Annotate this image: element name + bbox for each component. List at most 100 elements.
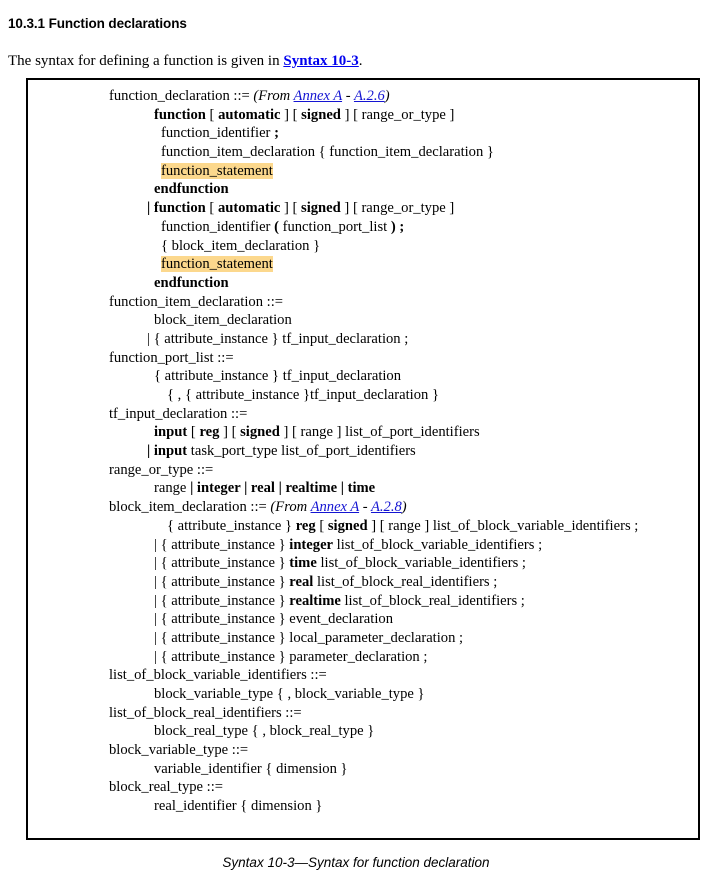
bnf-text: range (154, 480, 191, 497)
bnf-line: { attribute_instance } reg [ signed ] [ … (109, 517, 638, 536)
bnf-line: block_variable_type ::= (109, 741, 638, 760)
bnf-line: | { attribute_instance } local_parameter… (109, 629, 638, 648)
bnf-grammar-listing: function_declaration ::= (From Annex A -… (109, 87, 638, 816)
bnf-text: block_real_type { , block_real_type } (154, 723, 375, 740)
syntax-10-3-link[interactable]: Syntax 10-3 (283, 53, 358, 69)
bnf-text: list_of_block_real_identifiers ; (313, 573, 498, 590)
bnf-line: { block_item_declaration } (109, 237, 638, 256)
bnf-text: ] [ (219, 424, 241, 441)
bnf-text: range_or_type ::= (109, 461, 214, 478)
bnf-text: [ (187, 424, 200, 441)
annex-a-link[interactable]: Annex A (311, 499, 360, 515)
bnf-text: ] [ range_or_type ] (340, 200, 455, 217)
bnf-text: function_port_list (278, 218, 391, 235)
bnf-line: function_identifier ( function_port_list… (109, 218, 638, 237)
bnf-line: range | integer | real | realtime | time (109, 479, 638, 498)
bnf-keyword: ) (390, 218, 396, 235)
bnf-text: block_variable_type ::= (109, 742, 249, 759)
bnf-line: endfunction (109, 274, 638, 293)
highlighted-token: function_statement (161, 256, 273, 273)
bnf-line: function [ automatic ] [ signed ] [ rang… (109, 106, 638, 125)
bnf-text: { attribute_instance } tf_input_declarat… (154, 368, 402, 385)
bnf-text: [ (315, 517, 328, 534)
annotation-from-label: (From (253, 88, 294, 104)
annotation-dash: - (342, 88, 354, 104)
bnf-keyword: endfunction (154, 274, 229, 291)
bnf-line: | { attribute_instance } event_declarati… (109, 610, 638, 629)
bnf-line: variable_identifier { dimension } (109, 760, 638, 779)
bnf-line: endfunction (109, 180, 638, 199)
bnf-text: block_real_type ::= (109, 779, 223, 796)
bnf-keyword: real (289, 573, 314, 590)
bnf-text: | { attribute_instance } (154, 555, 290, 572)
bnf-text: | { attribute_instance } (154, 536, 290, 553)
bnf-text: function_item_declaration ::= (109, 293, 283, 310)
section-a-2-6-link[interactable]: A.2.6 (354, 88, 385, 104)
bnf-line: | { attribute_instance } time list_of_bl… (109, 554, 638, 573)
bnf-keyword: function (154, 106, 206, 123)
bnf-line: block_real_type ::= (109, 778, 638, 797)
bnf-keyword: ; (274, 125, 279, 142)
intro-text-after: . (358, 53, 363, 69)
bnf-line: function_declaration ::= (From Annex A -… (109, 87, 638, 106)
bnf-line: block_item_declaration (109, 311, 638, 330)
bnf-line: | function [ automatic ] [ signed ] [ ra… (109, 199, 638, 218)
bnf-line: list_of_block_real_identifiers ::= (109, 704, 638, 723)
intro-text-before: The syntax for defining a function is gi… (8, 53, 284, 69)
bnf-line: function_statement (109, 162, 638, 181)
bnf-keyword: reg (295, 517, 316, 534)
bnf-text: | { attribute_instance } (154, 573, 290, 590)
bnf-text: function_identifier (161, 218, 275, 235)
bnf-keyword: reg (199, 424, 220, 441)
bnf-line: function_port_list ::= (109, 349, 638, 368)
bnf-line: | { attribute_instance } real list_of_bl… (109, 573, 638, 592)
highlighted-token: function_statement (161, 162, 273, 179)
bnf-text: block_variable_type { , block_variable_t… (154, 686, 425, 702)
bnf-line: function_identifier ; (109, 124, 638, 143)
source-annotation: (From Annex A - A.2.8) (270, 499, 406, 515)
bnf-line: | { attribute_instance } integer list_of… (109, 536, 638, 555)
bnf-text: ] [ range ] list_of_port_identifiers (279, 424, 480, 441)
intro-paragraph: The syntax for defining a function is gi… (8, 53, 363, 70)
bnf-line: tf_input_declaration ::= (109, 405, 638, 424)
annotation-from-label: (From (270, 499, 311, 516)
bnf-line: function_statement (109, 255, 638, 274)
bnf-text: { , { attribute_instance }tf_input_decla… (167, 387, 439, 403)
bnf-keyword: signed (327, 517, 368, 534)
bnf-keyword: signed (301, 200, 341, 217)
annex-a-link[interactable]: Annex A (294, 88, 343, 104)
bnf-text: function_item_declaration { function_ite… (161, 144, 494, 161)
bnf-line: block_item_declaration ::= (From Annex A… (109, 498, 638, 517)
bnf-production-name: block_item_declaration ::= (109, 499, 271, 516)
bnf-line: | { attribute_instance } realtime list_o… (109, 592, 638, 611)
bnf-text: | { attribute_instance } local_parameter… (154, 629, 464, 646)
bnf-text: list_of_block_variable_identifiers ; (316, 555, 526, 572)
section-a-2-8-link[interactable]: A.2.8 (371, 499, 402, 515)
bnf-keyword: time (289, 555, 317, 572)
bnf-line: list_of_block_variable_identifiers ::= (109, 666, 638, 685)
bnf-text: list_of_block_real_identifiers ::= (109, 704, 302, 721)
bnf-line: { , { attribute_instance }tf_input_decla… (109, 386, 638, 405)
bnf-line: real_identifier { dimension } (109, 797, 638, 816)
bnf-text: ] [ (280, 106, 302, 123)
figure-caption: Syntax 10-3—Syntax for function declarat… (222, 855, 490, 870)
bnf-text: ] [ (280, 200, 302, 217)
bnf-line: | { attribute_instance } parameter_decla… (109, 648, 638, 667)
bnf-text: function_identifier (161, 125, 275, 142)
bnf-keyword: | function (147, 200, 206, 217)
bnf-line: | { attribute_instance } tf_input_declar… (109, 330, 638, 349)
bnf-text: task_port_type list_of_port_identifiers (187, 443, 416, 460)
bnf-text: function_port_list ::= (109, 349, 234, 366)
bnf-text: list_of_block_variable_identifiers ::= (109, 667, 327, 684)
bnf-text: { block_item_declaration } (161, 237, 321, 254)
bnf-text: block_item_declaration (154, 312, 292, 329)
bnf-text: variable_identifier { dimension } (154, 760, 348, 777)
bnf-production-name: function_declaration ::= (109, 88, 254, 104)
bnf-keyword: automatic (218, 106, 281, 123)
bnf-text: | { attribute_instance } parameter_decla… (154, 648, 428, 665)
source-annotation: (From Annex A - A.2.6) (253, 88, 389, 104)
bnf-line: function_item_declaration { function_ite… (109, 143, 638, 162)
bnf-text: | { attribute_instance } (154, 592, 290, 609)
bnf-keyword: ; (399, 218, 405, 235)
bnf-line: | input task_port_type list_of_port_iden… (109, 442, 638, 461)
